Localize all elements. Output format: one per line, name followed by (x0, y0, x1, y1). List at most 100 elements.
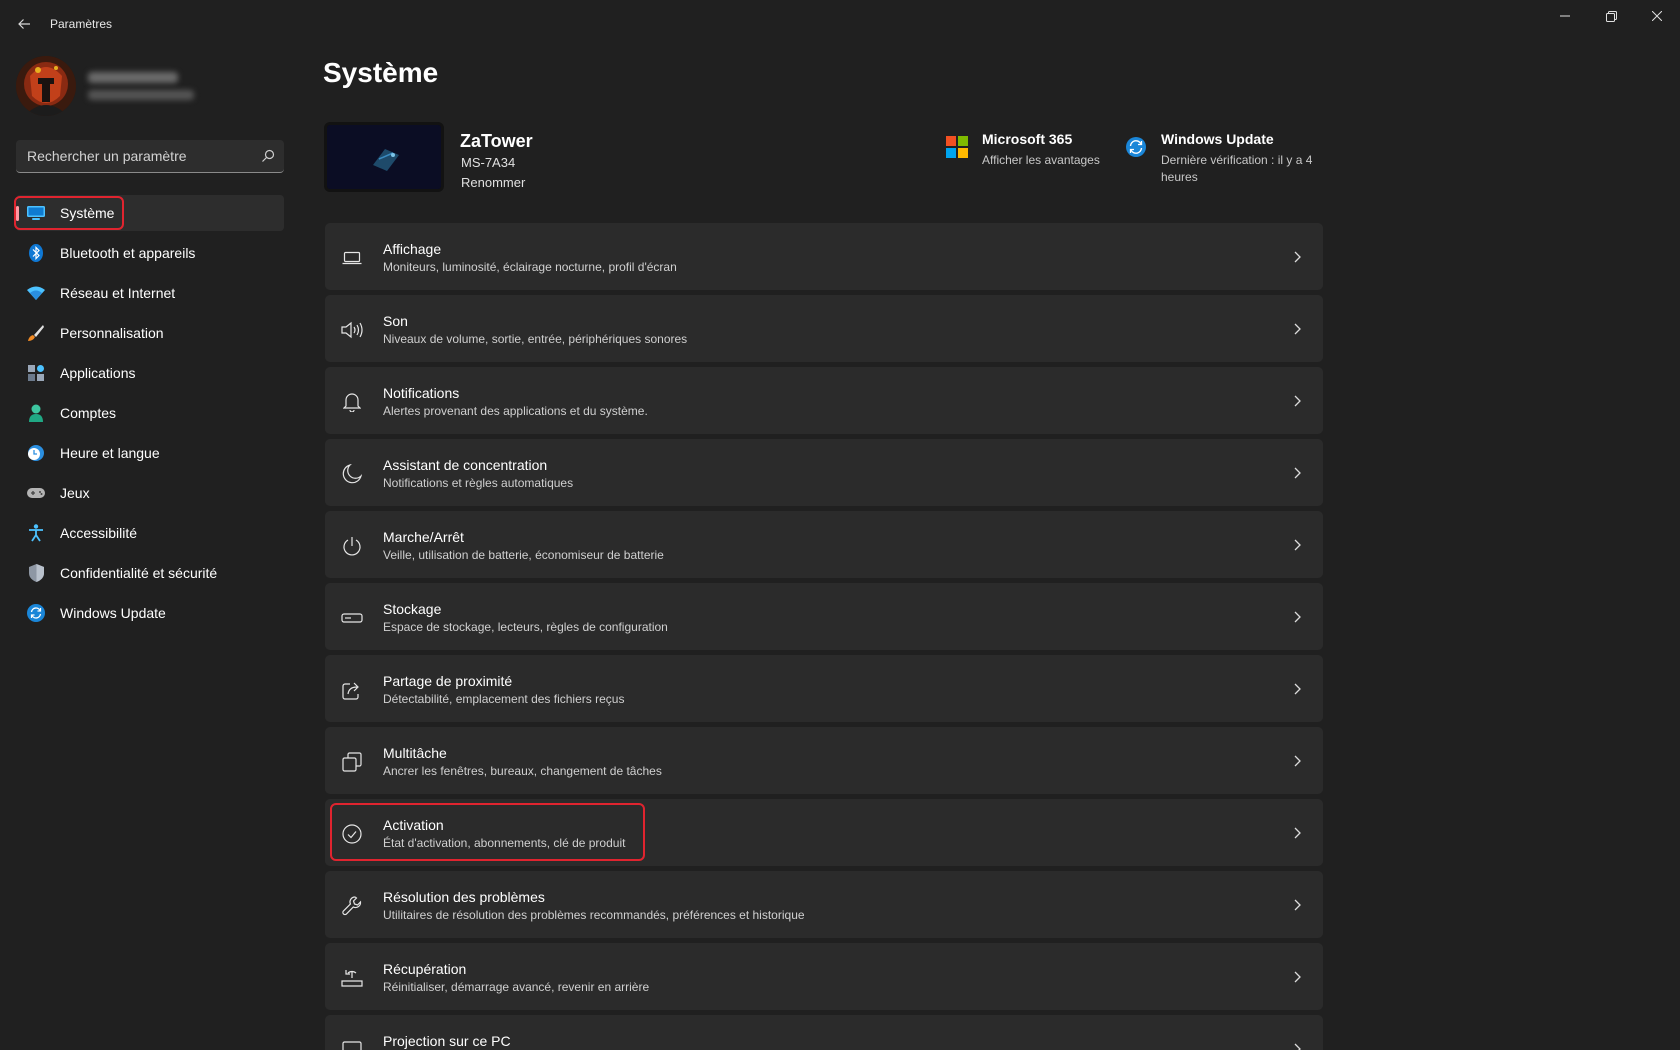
setting-subtitle: Réinitialiser, démarrage avancé, revenir… (383, 980, 650, 994)
sidebar-item-applications[interactable]: Applications (16, 355, 284, 391)
quick-link-subtitle: Afficher les avantages (982, 153, 1100, 167)
storage-icon (341, 607, 363, 629)
sidebar-item-jeux[interactable]: Jeux (16, 475, 284, 511)
setting-subtitle: Ancrer les fenêtres, bureaux, changement… (383, 764, 662, 778)
sidebar-item-label: Comptes (60, 405, 117, 421)
setting-row-stockage[interactable]: Stockage Espace de stockage, lecteurs, r… (325, 583, 1323, 650)
display-icon (341, 247, 363, 269)
search-box[interactable] (16, 140, 284, 173)
title-bar: Paramètres (0, 0, 1680, 48)
close-icon (1652, 11, 1662, 21)
setting-title: Affichage (383, 241, 442, 257)
sidebar-item-label: Windows Update (60, 605, 166, 621)
setting-title: Activation (383, 817, 444, 833)
quick-link-microsoft-365[interactable]: Microsoft 365 Afficher les avantages (946, 130, 1116, 180)
setting-row-projection[interactable]: Projection sur ce PC (325, 1015, 1323, 1050)
windows-update-icon (1126, 137, 1146, 157)
quick-link-windows-update[interactable]: Windows Update Dernière vérification : i… (1125, 130, 1325, 184)
gamepad-icon (27, 484, 45, 502)
search-icon[interactable] (260, 148, 276, 164)
setting-row-affichage[interactable]: Affichage Moniteurs, luminosité, éclaira… (325, 223, 1323, 290)
back-button[interactable] (10, 10, 38, 38)
quick-link-title: Microsoft 365 (982, 131, 1073, 147)
user-profile[interactable] (16, 56, 286, 116)
sidebar-item-confidentialite[interactable]: Confidentialité et sécurité (16, 555, 284, 591)
shield-icon (27, 564, 45, 582)
setting-row-resolution-problemes[interactable]: Résolution des problèmes Utilitaires de … (325, 871, 1323, 938)
setting-row-recuperation[interactable]: Récupération Réinitialiser, démarrage av… (325, 943, 1323, 1010)
sidebar-item-label: Bluetooth et appareils (60, 245, 196, 261)
chevron-right-icon (1294, 1043, 1301, 1050)
sidebar-item-windows-update[interactable]: Windows Update (16, 595, 284, 631)
sidebar-nav: Système Bluetooth et appareils Réseau et… (16, 195, 284, 635)
moon-icon (341, 463, 363, 485)
sidebar-item-heure[interactable]: Heure et langue (16, 435, 284, 471)
sidebar-item-reseau[interactable]: Réseau et Internet (16, 275, 284, 311)
quick-link-subtitle: Dernière vérification : il y a 4 heures (1161, 153, 1313, 184)
chevron-right-icon (1294, 611, 1301, 623)
chevron-right-icon (1294, 899, 1301, 911)
multitask-icon (341, 751, 363, 773)
projection-icon (341, 1039, 363, 1050)
restore-button[interactable] (1588, 0, 1634, 32)
app-title: Paramètres (50, 17, 113, 31)
chevron-right-icon (1294, 683, 1301, 695)
sidebar-item-label: Système (60, 205, 115, 221)
setting-subtitle: Alertes provenant des applications et du… (383, 404, 648, 418)
page-title: Système (323, 57, 439, 88)
person-icon (27, 404, 45, 422)
setting-title: Projection sur ce PC (383, 1033, 511, 1049)
device-card: ZaTower MS-7A34 Renommer (324, 122, 724, 192)
setting-subtitle: Détectabilité, emplacement des fichiers … (383, 692, 625, 706)
setting-subtitle: Moniteurs, luminosité, éclairage nocturn… (383, 260, 677, 274)
minimize-icon (1560, 15, 1570, 17)
sidebar-item-accessibilite[interactable]: Accessibilité (16, 515, 284, 551)
setting-row-partage-proximite[interactable]: Partage de proximité Détectabilité, empl… (325, 655, 1323, 722)
setting-row-marche-arret[interactable]: Marche/Arrêt Veille, utilisation de batt… (325, 511, 1323, 578)
close-button[interactable] (1634, 0, 1680, 32)
setting-subtitle: Veille, utilisation de batterie, économi… (383, 548, 664, 562)
share-icon (341, 679, 363, 701)
search-input[interactable] (16, 140, 246, 172)
sidebar-item-label: Applications (60, 365, 136, 381)
microsoft-logo-icon (946, 136, 968, 158)
minimize-button[interactable] (1542, 0, 1588, 32)
rename-link[interactable]: Renommer (461, 175, 525, 190)
setting-title: Résolution des problèmes (383, 889, 545, 905)
setting-row-concentration[interactable]: Assistant de concentration Notifications… (325, 439, 1323, 506)
monitor-icon (27, 204, 45, 222)
back-arrow-icon (18, 19, 30, 29)
chevron-right-icon (1294, 539, 1301, 551)
setting-subtitle: Utilitaires de résolution des problèmes … (383, 908, 805, 922)
chevron-right-icon (1294, 755, 1301, 767)
sidebar-item-systeme[interactable]: Système (16, 195, 284, 231)
apps-icon (27, 364, 45, 382)
setting-subtitle: État d'activation, abonnements, clé de p… (383, 836, 626, 850)
sidebar-item-personnalisation[interactable]: Personnalisation (16, 315, 284, 351)
brush-icon (27, 324, 45, 342)
chevron-right-icon (1294, 323, 1301, 335)
sidebar-item-comptes[interactable]: Comptes (16, 395, 284, 431)
sidebar-item-label: Heure et langue (60, 445, 160, 461)
chevron-right-icon (1294, 467, 1301, 479)
device-wallpaper-thumbnail (324, 122, 444, 192)
setting-row-multitache[interactable]: Multitâche Ancrer les fenêtres, bureaux,… (325, 727, 1323, 794)
setting-title: Son (383, 313, 408, 329)
check-circle-icon (341, 823, 363, 845)
setting-title: Stockage (383, 601, 442, 617)
chevron-right-icon (1294, 827, 1301, 839)
setting-row-son[interactable]: Son Niveaux de volume, sortie, entrée, p… (325, 295, 1323, 362)
setting-row-activation[interactable]: Activation État d'activation, abonnement… (325, 799, 1323, 866)
sidebar-item-bluetooth[interactable]: Bluetooth et appareils (16, 235, 284, 271)
setting-subtitle: Niveaux de volume, sortie, entrée, périp… (383, 332, 688, 346)
setting-title: Notifications (383, 385, 460, 401)
chevron-right-icon (1294, 395, 1301, 407)
clock-globe-icon (27, 444, 45, 462)
wifi-icon (27, 284, 45, 302)
setting-subtitle: Notifications et règles automatiques (383, 476, 574, 490)
recovery-icon (341, 967, 363, 989)
wrench-icon (341, 895, 363, 917)
sidebar-item-label: Accessibilité (60, 525, 138, 541)
device-model: MS-7A34 (461, 155, 516, 170)
setting-row-notifications[interactable]: Notifications Alertes provenant des appl… (325, 367, 1323, 434)
